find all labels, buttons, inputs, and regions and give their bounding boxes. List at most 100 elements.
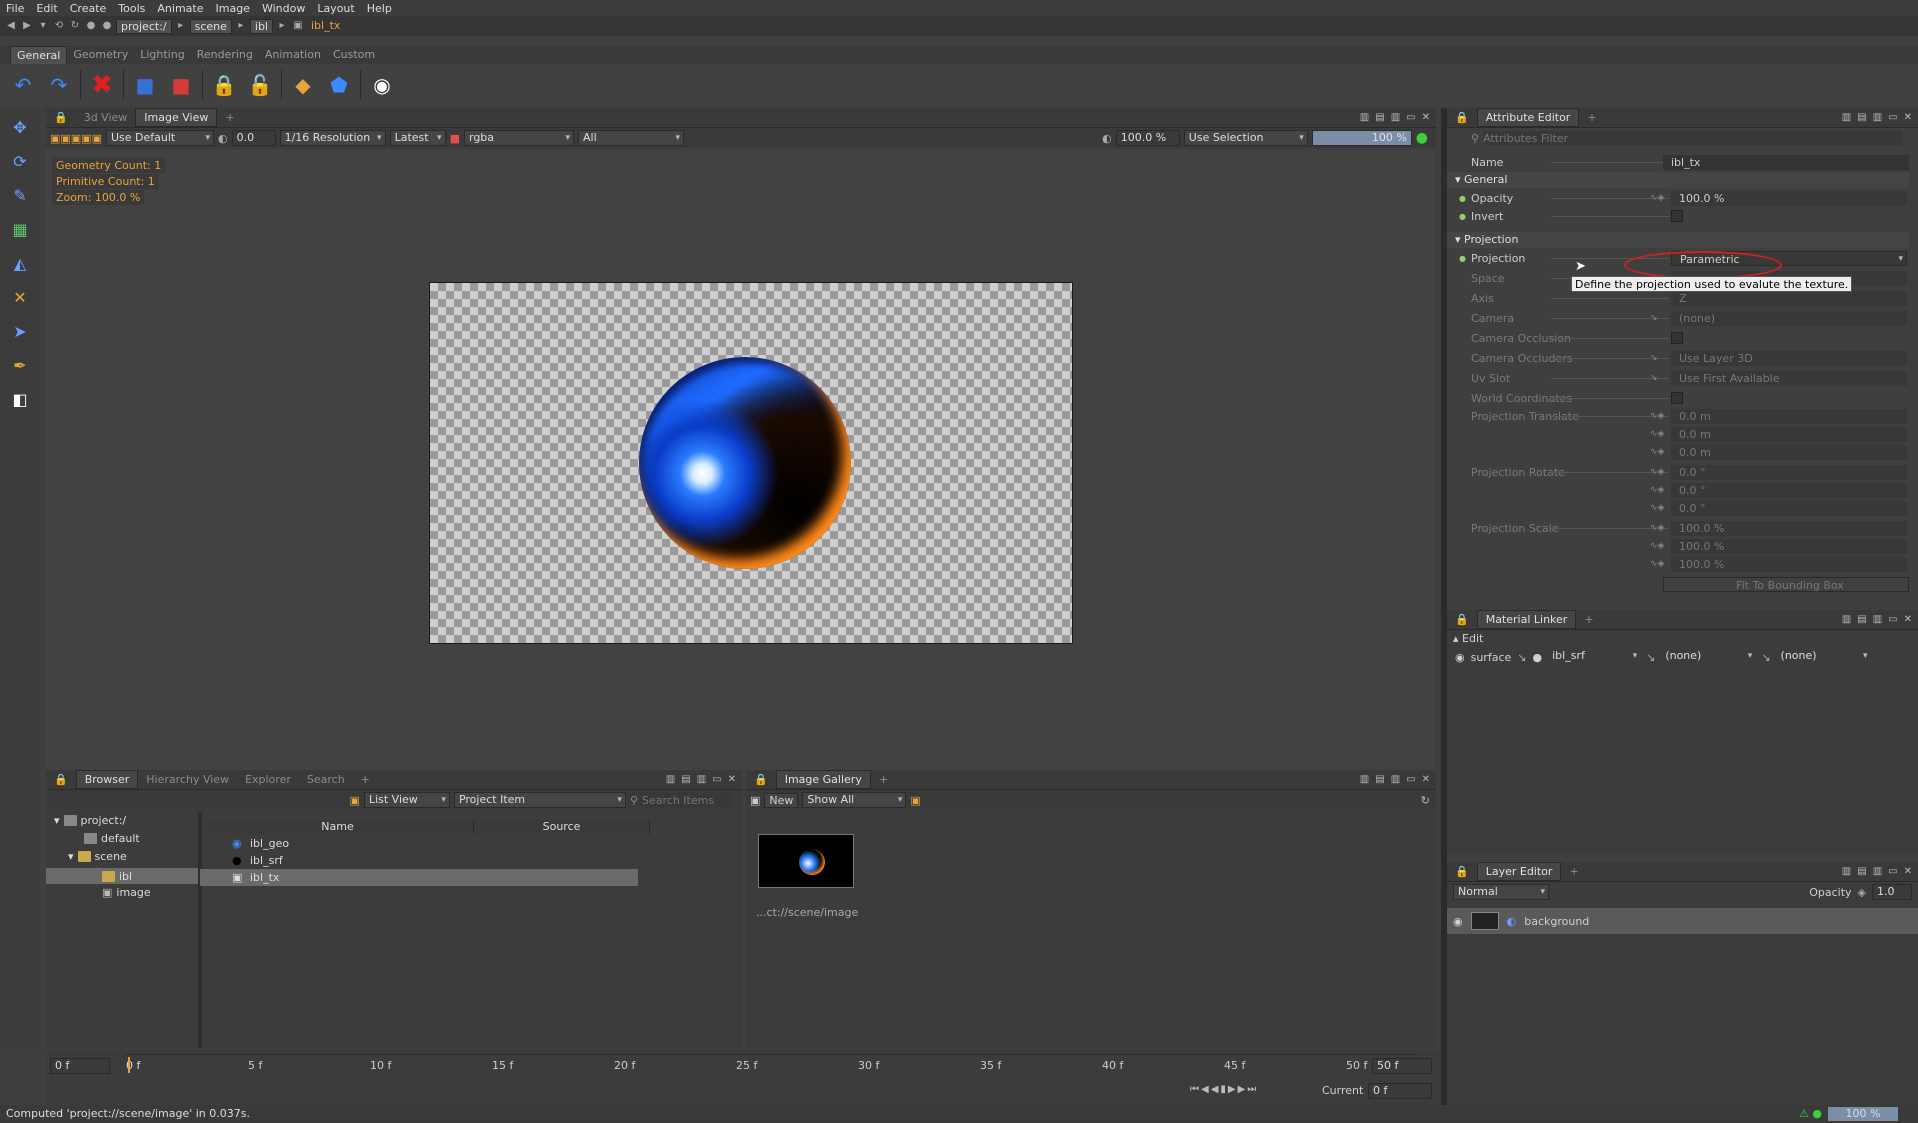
- crumb-current[interactable]: ibl_tx: [307, 19, 344, 34]
- layers-select[interactable]: All: [577, 130, 684, 146]
- displacement-select[interactable]: (none): [1661, 649, 1755, 665]
- visibility-icon[interactable]: ◉: [1455, 651, 1465, 664]
- close-icon[interactable]: ✕: [728, 774, 736, 785]
- split-icon[interactable]: ▥: [666, 774, 675, 785]
- rotate-tool-icon[interactable]: ⟳: [7, 148, 33, 174]
- split-icon[interactable]: ▤: [1375, 112, 1384, 123]
- tab-image-view[interactable]: Image View: [135, 108, 218, 127]
- lock-icon[interactable]: 🔒: [746, 771, 776, 788]
- shelf-tab-lighting[interactable]: Lighting: [134, 46, 190, 64]
- playhead[interactable]: [128, 1057, 130, 1073]
- visibility-icon[interactable]: ◉: [1453, 915, 1463, 928]
- rotate-y-field[interactable]: 0.0 °: [1671, 482, 1907, 498]
- maximize-icon[interactable]: ▭: [1406, 112, 1415, 123]
- link-icon[interactable]: ◈: [1858, 886, 1866, 899]
- tab-attribute-editor[interactable]: Attribute Editor: [1476, 108, 1580, 127]
- add-tab-icon[interactable]: +: [1576, 611, 1601, 628]
- tab-3d-view[interactable]: 3d View: [76, 109, 136, 126]
- rotate-x-field[interactable]: 0.0 °: [1671, 464, 1907, 480]
- section-projection[interactable]: ▾ Projection: [1447, 232, 1909, 248]
- crumb-scene[interactable]: scene: [189, 18, 232, 34]
- menu-file[interactable]: File: [0, 2, 30, 15]
- box-icon[interactable]: ◆: [288, 70, 318, 100]
- curve-icon[interactable]: ∿◈: [1650, 523, 1670, 533]
- gallery-thumbnail[interactable]: [758, 834, 854, 888]
- menu-image[interactable]: Image: [210, 2, 256, 15]
- group-icon[interactable]: ■: [130, 70, 160, 100]
- menu-layout[interactable]: Layout: [311, 2, 360, 15]
- maximize-icon[interactable]: ▭: [1888, 614, 1897, 625]
- tab-browser[interactable]: Browser: [75, 770, 139, 789]
- edit-label[interactable]: Edit: [1462, 632, 1483, 645]
- translate-x-field[interactable]: 0.0 m: [1671, 408, 1907, 424]
- invert-checkbox[interactable]: [1671, 210, 1683, 222]
- pen-tool-icon[interactable]: ✒: [7, 352, 33, 378]
- camera-occlusion-checkbox[interactable]: [1671, 332, 1683, 344]
- translate-z-field[interactable]: 0.0 m: [1671, 444, 1907, 460]
- split-icon[interactable]: ▥: [1360, 112, 1369, 123]
- link-icon[interactable]: ↘: [1650, 313, 1670, 323]
- lock-icon[interactable]: 🔒: [1447, 109, 1477, 126]
- unlock-icon[interactable]: 🔓: [245, 70, 275, 100]
- ungroup-icon[interactable]: ■: [166, 70, 196, 100]
- fit-bounding-box-button[interactable]: Fit To Bounding Box: [1663, 576, 1909, 592]
- curve-icon[interactable]: ∿◈: [1650, 559, 1670, 569]
- select-tool-icon[interactable]: ➤: [7, 318, 33, 344]
- close-icon[interactable]: ✕: [1422, 112, 1430, 123]
- split-icon[interactable]: ▥: [1873, 866, 1882, 877]
- show-filter-select[interactable]: Show All: [802, 792, 907, 808]
- split-icon[interactable]: ▥: [1391, 774, 1400, 785]
- move-tool-icon[interactable]: ✥: [7, 114, 33, 140]
- column-name-header[interactable]: Name: [202, 820, 474, 834]
- link-icon[interactable]: ↘: [1761, 651, 1770, 664]
- tree-item-default[interactable]: default: [84, 832, 140, 845]
- history-icon[interactable]: ▾: [36, 19, 50, 33]
- attr-filter-input[interactable]: [1483, 131, 1904, 145]
- close-icon[interactable]: ✕: [1422, 774, 1430, 785]
- curve-icon[interactable]: ∿◈: [1650, 541, 1670, 551]
- add-tab-icon[interactable]: +: [1579, 109, 1604, 126]
- brush-tool-icon[interactable]: ✎: [7, 182, 33, 208]
- maximize-icon[interactable]: ▭: [1888, 112, 1897, 123]
- start-frame-field[interactable]: 0 f: [50, 1058, 110, 1074]
- split-icon[interactable]: ▥: [697, 774, 706, 785]
- add-tab-icon[interactable]: +: [353, 771, 378, 788]
- tree-item-image[interactable]: ▣ image: [102, 886, 151, 899]
- world-coords-checkbox[interactable]: [1671, 392, 1683, 404]
- channels-select[interactable]: rgba: [463, 130, 574, 146]
- rotate-z-field[interactable]: 0.0 °: [1671, 500, 1907, 516]
- tab-explorer[interactable]: Explorer: [237, 771, 299, 788]
- color-swatch-icon[interactable]: ◧: [7, 386, 33, 412]
- scale-tool-icon[interactable]: ✕: [7, 284, 33, 310]
- delete-icon[interactable]: ✖: [87, 70, 117, 100]
- lock-icon[interactable]: 🔒: [1447, 863, 1477, 880]
- split-icon[interactable]: ▥: [1842, 112, 1851, 123]
- split-icon[interactable]: ▤: [1857, 866, 1866, 877]
- split-icon[interactable]: ▥: [1842, 866, 1851, 877]
- split-icon[interactable]: ▤: [1375, 774, 1384, 785]
- refresh-icon[interactable]: ↻: [1421, 794, 1436, 807]
- redo-icon[interactable]: ↷: [44, 70, 74, 100]
- tab-hierarchy-view[interactable]: Hierarchy View: [138, 771, 237, 788]
- curve-icon[interactable]: ∿◈: [1650, 447, 1670, 457]
- zoom-field[interactable]: 100.0 %: [1115, 130, 1180, 146]
- maximize-icon[interactable]: ▭: [1406, 774, 1415, 785]
- layer-row[interactable]: ◉ ◐ background: [1447, 908, 1918, 934]
- shelf-tab-rendering[interactable]: Rendering: [191, 46, 259, 64]
- maximize-icon[interactable]: ▭: [1888, 866, 1897, 877]
- add-tab-icon[interactable]: +: [217, 109, 242, 126]
- tab-search[interactable]: Search: [299, 771, 353, 788]
- split-icon[interactable]: ▥: [1873, 614, 1882, 625]
- curve-icon[interactable]: ∿◈: [1650, 193, 1670, 203]
- translate-y-field[interactable]: 0.0 m: [1671, 426, 1907, 442]
- project-icon[interactable]: ▣: [350, 794, 360, 807]
- section-general[interactable]: ▾ General: [1447, 172, 1909, 188]
- curve-icon[interactable]: ∿◈: [1650, 467, 1670, 477]
- view-mode-select[interactable]: List View: [363, 792, 450, 808]
- stop-icon[interactable]: ●: [84, 19, 98, 33]
- add-tab-icon[interactable]: +: [1561, 863, 1586, 880]
- curve-icon[interactable]: ∿◈: [1650, 411, 1670, 421]
- blend-mode-select[interactable]: Normal: [1453, 884, 1549, 900]
- selection-mode-select[interactable]: Use Selection: [1183, 130, 1308, 146]
- split-icon[interactable]: ▥: [1360, 774, 1369, 785]
